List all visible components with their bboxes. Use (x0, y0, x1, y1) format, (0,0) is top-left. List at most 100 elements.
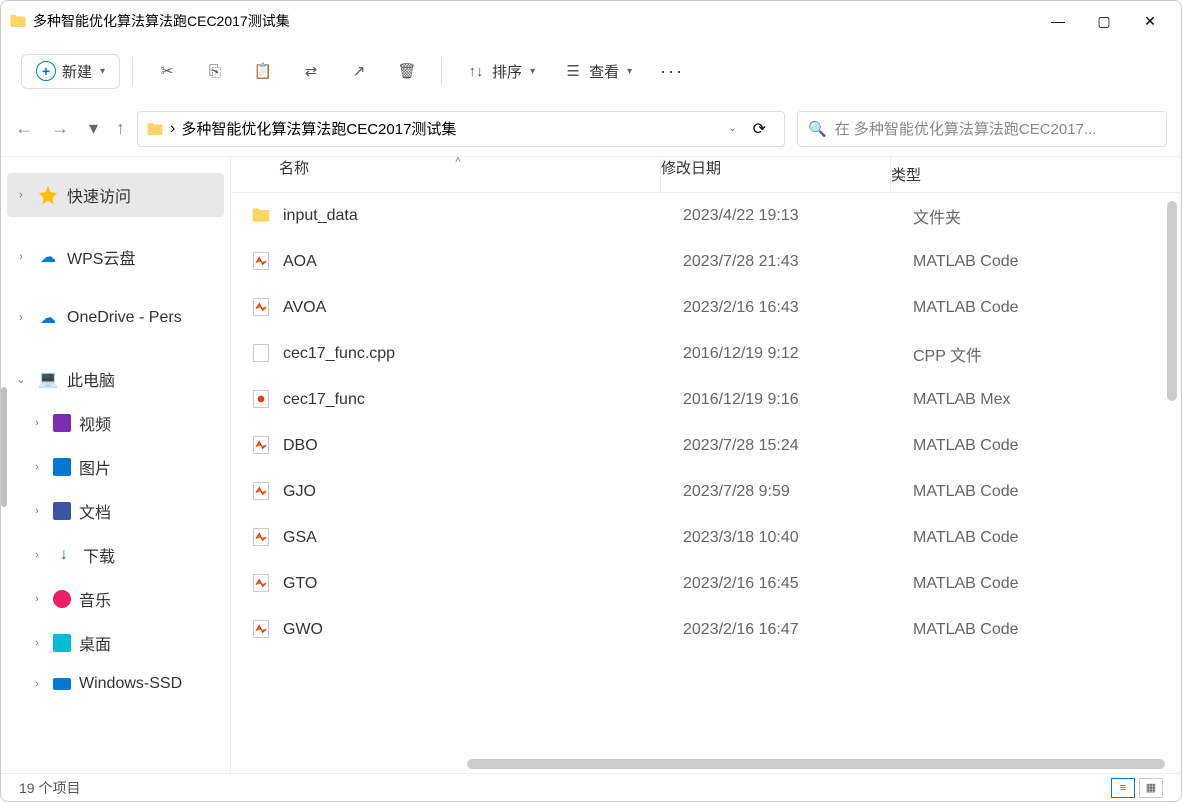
cut-button[interactable]: ✂ (145, 53, 189, 89)
view-toggles: ≡ ▦ (1111, 778, 1163, 798)
sidebar-item-quick-access[interactable]: › 快速访问 (7, 173, 224, 217)
refresh-button[interactable]: ⟳ (743, 119, 776, 139)
sidebar-item-windows-ssd[interactable]: › Windows-SSD (1, 665, 230, 703)
titlebar: 多种智能优化算法算法跑CEC2017测试集 — ▢ ✕ (1, 1, 1181, 41)
breadcrumb[interactable]: › 多种智能优化算法算法跑CEC2017测试集 ⌄ ⟳ (137, 111, 785, 147)
scrollbar-horizontal[interactable] (467, 759, 1165, 769)
chevron-right-icon: › (13, 312, 29, 324)
more-button[interactable]: ··· (648, 53, 696, 90)
delete-button[interactable]: 🗑 (385, 53, 429, 89)
view-button[interactable]: ☰ 查看 ▾ (551, 53, 644, 90)
sidebar-item-downloads[interactable]: › ↓ 下载 (1, 533, 230, 577)
clipboard-icon: 📋 (253, 61, 273, 81)
scrollbar-vertical[interactable] (1167, 201, 1177, 401)
back-button[interactable]: ← (15, 118, 33, 139)
column-header-row: ˄ 名称 修改日期 类型 (231, 157, 1181, 193)
downloads-label: 下载 (83, 543, 115, 567)
file-row[interactable]: GWO2023/2/16 16:47MATLAB Code (231, 607, 1181, 653)
document-icon (53, 502, 71, 520)
close-button[interactable]: ✕ (1127, 5, 1173, 37)
file-row[interactable]: input_data2023/4/22 19:13文件夹 (231, 193, 1181, 239)
icons-view-button[interactable]: ▦ (1139, 778, 1163, 798)
file-type-icon (251, 205, 273, 227)
file-date: 2023/7/28 15:24 (683, 437, 913, 455)
file-name: cec17_func.cpp (283, 345, 683, 363)
file-type-icon (251, 389, 273, 411)
file-date: 2023/7/28 9:59 (683, 483, 913, 501)
copy-icon: ⎘ (205, 61, 225, 81)
sidebar-item-onedrive[interactable]: › ☁ OneDrive - Pers (1, 297, 230, 339)
scrollbar[interactable] (1, 387, 7, 507)
chevron-right-icon: › (29, 417, 45, 429)
sidebar-item-videos[interactable]: › 视频 (1, 401, 230, 445)
file-name: cec17_func (283, 391, 683, 409)
file-date: 2016/12/19 9:12 (683, 345, 913, 363)
nav-buttons: ← → ▾ ↑ (15, 118, 125, 139)
column-header-type[interactable]: 类型 (891, 164, 1181, 185)
file-row[interactable]: cec17_func2016/12/19 9:16MATLAB Mex (231, 377, 1181, 423)
file-row[interactable]: GSA2023/3/18 10:40MATLAB Code (231, 515, 1181, 561)
sidebar-item-desktop[interactable]: › 桌面 (1, 621, 230, 665)
share-icon: ↗ (349, 61, 369, 81)
maximize-button[interactable]: ▢ (1081, 5, 1127, 37)
item-count: 19 个项目 (19, 778, 80, 798)
file-type: 文件夹 (913, 204, 1181, 228)
chevron-right-icon: › (29, 678, 45, 690)
minimize-button[interactable]: — (1035, 5, 1081, 37)
chevron-down-icon: ▾ (627, 66, 632, 77)
window-title: 多种智能优化算法算法跑CEC2017测试集 (33, 11, 1035, 31)
recent-button[interactable]: ▾ (89, 118, 98, 139)
share-button[interactable]: ↗ (337, 53, 381, 89)
file-date: 2023/2/16 16:43 (683, 299, 913, 317)
sidebar-item-wps[interactable]: › ☁ WPS云盘 (1, 235, 230, 279)
chevron-right-icon: › (29, 461, 45, 473)
chevron-down-icon: ▾ (100, 66, 105, 77)
sidebar-item-music[interactable]: › 音乐 (1, 577, 230, 621)
file-date: 2016/12/19 9:16 (683, 391, 913, 409)
onedrive-icon: ☁ (37, 307, 59, 329)
music-icon (53, 590, 71, 608)
toolbar: + 新建 ▾ ✂ ⎘ 📋 ⇄ ↗ 🗑 ↑↓ 排序 ▾ ☰ 查看 ▾ ··· (1, 41, 1181, 101)
file-row[interactable]: GJO2023/7/28 9:59MATLAB Code (231, 469, 1181, 515)
file-row[interactable]: AOA2023/7/28 21:43MATLAB Code (231, 239, 1181, 285)
new-label: 新建 (62, 61, 92, 82)
paste-button[interactable]: 📋 (241, 53, 285, 89)
up-button[interactable]: ↑ (116, 118, 125, 139)
file-row[interactable]: AVOA2023/2/16 16:43MATLAB Code (231, 285, 1181, 331)
sidebar-item-documents[interactable]: › 文档 (1, 489, 230, 533)
column-header-date[interactable]: 修改日期 (661, 157, 891, 192)
folder-icon (146, 120, 164, 138)
plus-icon: + (36, 61, 56, 81)
desktop-label: 桌面 (79, 631, 111, 655)
sidebar-item-pictures[interactable]: › 图片 (1, 445, 230, 489)
new-button[interactable]: + 新建 ▾ (21, 54, 120, 89)
file-row[interactable]: cec17_func.cpp2016/12/19 9:12CPP 文件 (231, 331, 1181, 377)
file-type: MATLAB Code (913, 529, 1181, 547)
file-type: MATLAB Code (913, 437, 1181, 455)
sort-button[interactable]: ↑↓ 排序 ▾ (454, 53, 547, 90)
file-date: 2023/2/16 16:47 (683, 621, 913, 639)
file-rows: input_data2023/4/22 19:13文件夹AOA2023/7/28… (231, 193, 1181, 773)
pictures-label: 图片 (79, 455, 111, 479)
chevron-right-icon: › (29, 593, 45, 605)
current-path: 多种智能优化算法算法跑CEC2017测试集 (181, 118, 720, 139)
details-view-button[interactable]: ≡ (1111, 778, 1135, 798)
forward-button[interactable]: → (51, 118, 69, 139)
file-row[interactable]: DBO2023/7/28 15:24MATLAB Code (231, 423, 1181, 469)
separator (132, 57, 133, 85)
file-type-icon (251, 343, 273, 365)
pc-icon: 💻 (37, 368, 59, 390)
chevron-right-icon: › (29, 549, 45, 561)
file-type-icon (251, 435, 273, 457)
search-input[interactable]: 🔍 在 多种智能优化算法算法跑CEC2017... (797, 111, 1167, 147)
chevron-down-icon[interactable]: ⌄ (728, 123, 736, 134)
sidebar-item-this-pc[interactable]: ⌄ 💻 此电脑 (1, 357, 230, 401)
rename-button[interactable]: ⇄ (289, 53, 333, 89)
window-controls: — ▢ ✕ (1035, 5, 1173, 37)
dots-icon: ··· (660, 61, 684, 82)
chevron-right-icon: › (13, 189, 29, 201)
file-type: MATLAB Mex (913, 391, 1181, 409)
file-row[interactable]: GTO2023/2/16 16:45MATLAB Code (231, 561, 1181, 607)
copy-button[interactable]: ⎘ (193, 53, 237, 89)
windows-ssd-label: Windows-SSD (79, 675, 182, 693)
